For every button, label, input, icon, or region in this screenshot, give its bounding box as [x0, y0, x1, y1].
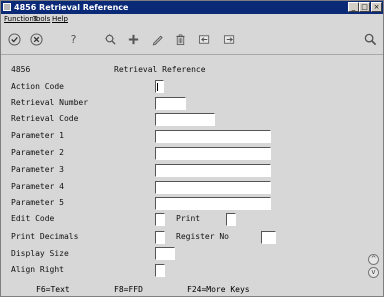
label-register-no: Register No — [176, 232, 229, 241]
parameter-5-field[interactable] — [155, 197, 271, 210]
edit-icon[interactable] — [150, 32, 165, 47]
cancel-icon[interactable] — [29, 32, 44, 47]
print-decimals-field[interactable] — [155, 231, 165, 244]
parameter-2-field[interactable] — [155, 147, 271, 160]
function-key-bar: F6=Text F8=FFD F24=More Keys — [1, 283, 383, 296]
label-align-right: Align Right — [11, 265, 64, 274]
search-icon[interactable] — [363, 32, 378, 47]
window-title: 4856 Retrieval Reference — [14, 3, 129, 12]
close-button[interactable]: × — [371, 2, 382, 12]
scroll-down-icon[interactable]: v — [368, 267, 379, 278]
parameter-1-field[interactable] — [155, 130, 271, 143]
label-print: Print — [176, 214, 201, 223]
delete-icon[interactable] — [173, 32, 188, 47]
edit-code-field[interactable] — [155, 213, 165, 226]
label-retrieval-number: Retrieval Number — [11, 98, 89, 107]
toolbar: ? — [1, 24, 383, 55]
screen-title: Retrieval Reference — [114, 65, 206, 74]
fkey-f6[interactable]: F6=Text — [36, 283, 70, 296]
app-icon[interactable] — [3, 3, 11, 11]
register-no-field[interactable] — [261, 231, 276, 244]
application-window: 4856 Retrieval Reference _ □ × Functions… — [0, 0, 384, 297]
label-parameter-4: Parameter 4 — [11, 182, 64, 191]
retrieval-code-field[interactable] — [155, 113, 215, 126]
label-retrieval-code: Retrieval Code — [11, 114, 79, 123]
scroll-up-icon[interactable]: ^ — [368, 254, 379, 265]
parameter-3-field[interactable] — [155, 164, 271, 177]
display-size-field[interactable] — [155, 247, 175, 260]
label-parameter-5: Parameter 5 — [11, 198, 64, 207]
menu-bar: Functions Tools Help — [1, 14, 383, 24]
next-icon[interactable] — [222, 32, 237, 47]
parameter-4-field[interactable] — [155, 181, 271, 194]
add-icon[interactable] — [126, 32, 141, 47]
help-icon[interactable]: ? — [66, 32, 81, 47]
retrieval-number-field[interactable] — [155, 97, 186, 110]
previous-icon[interactable] — [197, 32, 212, 47]
label-parameter-1: Parameter 1 — [11, 131, 64, 140]
display-icon[interactable] — [103, 32, 118, 47]
label-parameter-3: Parameter 3 — [11, 165, 64, 174]
maximize-button[interactable]: □ — [359, 2, 370, 12]
fkey-f8[interactable]: F8=FFD — [114, 283, 143, 296]
label-display-size: Display Size — [11, 249, 69, 258]
label-action-code: Action Code — [11, 82, 64, 91]
print-field[interactable] — [226, 213, 236, 226]
menu-help[interactable]: Help — [52, 14, 68, 24]
label-edit-code: Edit Code — [11, 214, 55, 223]
check-icon[interactable] — [7, 32, 22, 47]
title-bar: 4856 Retrieval Reference _ □ × — [1, 1, 383, 14]
minimize-button[interactable]: _ — [348, 2, 359, 12]
screen-id: 4856 — [11, 65, 31, 74]
action-code-field[interactable] — [155, 80, 164, 93]
form-area: 4856 Retrieval Reference Action Code Ret… — [1, 55, 383, 285]
label-print-decimals: Print Decimals — [11, 232, 79, 241]
fkey-f24[interactable]: F24=More Keys — [187, 283, 250, 296]
label-parameter-2: Parameter 2 — [11, 148, 64, 157]
menu-tools[interactable]: Tools — [33, 14, 50, 24]
align-right-field[interactable] — [155, 264, 165, 277]
